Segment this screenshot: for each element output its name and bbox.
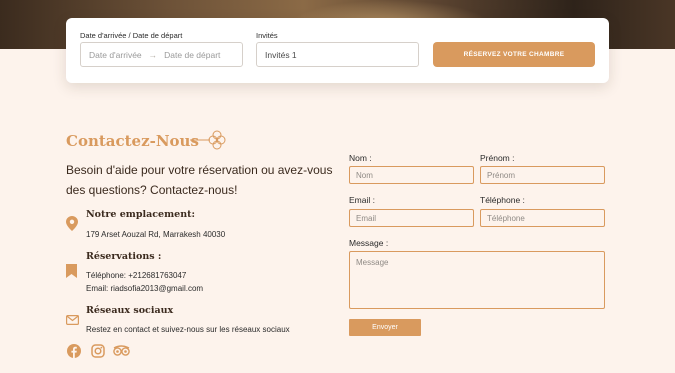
phone-field[interactable]: Téléphone <box>480 209 605 227</box>
send-button[interactable]: Envoyer <box>349 319 421 336</box>
location-address: 179 Arset Aouzal Rd, Marrakesh 40030 <box>86 230 226 239</box>
prenom-label: Prénom : <box>480 153 515 163</box>
guests-select[interactable]: Invités 1 <box>256 42 419 67</box>
map-pin-icon <box>66 216 78 231</box>
bookmark-icon <box>66 264 77 278</box>
reserve-room-button[interactable]: RÉSERVEZ VOTRE CHAMBRE <box>433 42 595 67</box>
reservations-phone: Téléphone: +212681763047 <box>86 271 187 280</box>
instagram-icon[interactable] <box>91 344 105 358</box>
nom-field[interactable]: Nom <box>349 166 474 184</box>
reservations-title: Réservations : <box>86 251 162 262</box>
social-text: Restez en contact et suivez-nous sur les… <box>86 325 290 334</box>
mail-icon <box>66 315 79 325</box>
arrival-date-field[interactable]: Date d'arrivée <box>89 50 142 60</box>
dates-label: Date d'arrivée / Date de départ <box>80 31 183 40</box>
reservations-email: Email: riadsofia2013@gmail.com <box>86 284 204 293</box>
phone-label: Téléphone : <box>480 195 525 205</box>
facebook-icon[interactable] <box>67 344 81 358</box>
message-field[interactable]: Message <box>349 251 605 309</box>
contact-title: Contactez-Nous <box>66 132 199 150</box>
contact-intro: Besoin d'aide pour votre réservation ou … <box>66 163 333 197</box>
arrow-right-icon: → <box>148 49 158 60</box>
tripadvisor-icon[interactable] <box>113 344 130 358</box>
prenom-field[interactable]: Prénom <box>480 166 605 184</box>
location-title: Notre emplacement: <box>86 209 195 220</box>
nom-label: Nom : <box>349 153 372 163</box>
departure-date-field[interactable]: Date de départ <box>164 50 220 60</box>
date-range-input[interactable]: Date d'arrivée → Date de départ <box>80 42 243 67</box>
message-label: Message : <box>349 238 389 248</box>
email-field[interactable]: Email <box>349 209 474 227</box>
email-label: Email : <box>349 195 375 205</box>
ornament-icon <box>190 130 226 150</box>
guests-label: Invités <box>256 31 278 40</box>
social-title: Réseaux sociaux <box>86 305 174 316</box>
